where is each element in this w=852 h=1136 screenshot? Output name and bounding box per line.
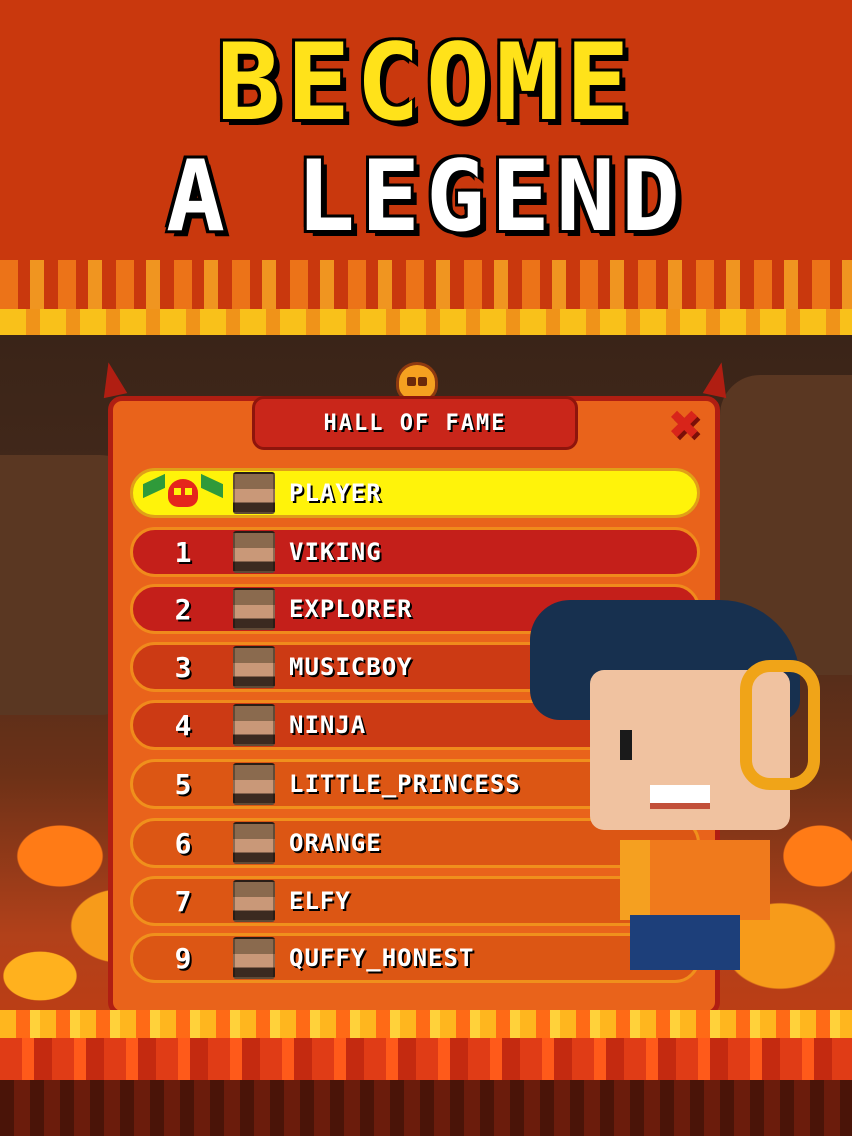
rank-number: 6: [174, 826, 192, 860]
rank-number: 3: [174, 650, 192, 684]
rank-number: 4: [174, 708, 192, 742]
leaderboard-row[interactable]: 1 VIKING: [130, 527, 700, 577]
rank-number: 9: [174, 941, 192, 975]
player-name: QUFFY_HONEST: [289, 944, 475, 972]
promo-banner: BECOME A LEGEND: [0, 0, 852, 335]
avatar: [233, 531, 275, 573]
player-name: ORANGE: [289, 829, 382, 857]
panel-title: HALL OF FAME: [252, 396, 578, 450]
avatar: [233, 880, 275, 922]
player-name: PLAYER: [289, 479, 382, 507]
player-name: NINJA: [289, 711, 367, 739]
player-row[interactable]: PLAYER: [130, 468, 700, 518]
player-name: LITTLE_PRINCESS: [289, 770, 521, 798]
hero-character: [530, 600, 840, 980]
player-name: EXPLORER: [289, 595, 413, 623]
headline-line-1: BECOME: [216, 21, 636, 144]
rank-number: 1: [174, 535, 192, 569]
pixel-border: [0, 260, 852, 335]
winged-skull-icon: [133, 471, 233, 515]
avatar: [233, 646, 275, 688]
hero-body: [620, 840, 770, 920]
headphones-icon: [740, 660, 820, 790]
avatar: [233, 588, 275, 630]
rank-number: 5: [174, 767, 192, 801]
lava-floor: [0, 1010, 852, 1136]
avatar: [233, 763, 275, 805]
avatar: [233, 704, 275, 746]
rank-number: 7: [174, 884, 192, 918]
avatar: [233, 937, 275, 979]
player-name: MUSICBOY: [289, 653, 413, 681]
player-name: ELFY: [289, 887, 351, 915]
close-icon[interactable]: ✖: [660, 399, 710, 451]
rank-number: 2: [174, 592, 192, 626]
hero-legs: [630, 915, 740, 970]
headline-line-2: A LEGEND: [165, 140, 686, 254]
avatar: [233, 822, 275, 864]
player-name: VIKING: [289, 538, 382, 566]
avatar: [233, 472, 275, 514]
